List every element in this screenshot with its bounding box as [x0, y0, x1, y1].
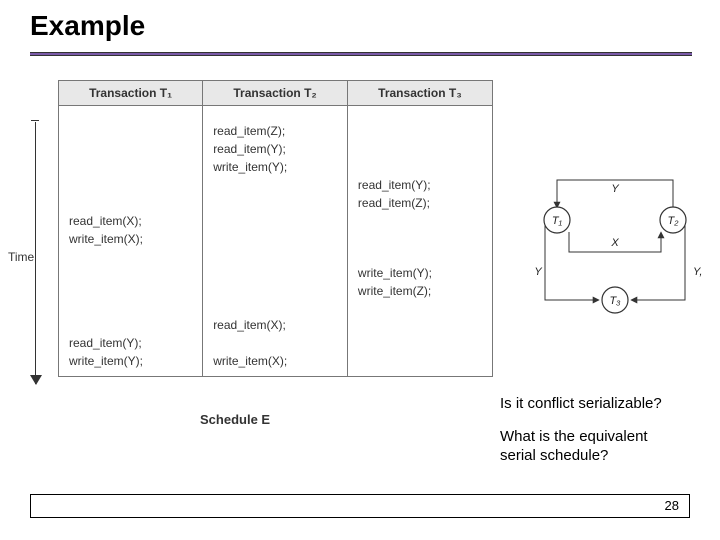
- question-serializable: Is it conflict serializable?: [500, 395, 662, 412]
- cell: [59, 122, 203, 140]
- cell: [59, 140, 203, 158]
- cell: read_item(Y);: [59, 334, 203, 352]
- cell: [347, 352, 492, 377]
- schedule-table: Transaction T₁ Transaction T₂ Transactio…: [58, 80, 493, 377]
- question-line2: serial schedule?: [500, 447, 608, 464]
- cell: [203, 230, 348, 248]
- cell: read_item(Y);: [347, 176, 492, 194]
- precedence-graph: Y X Y Y, Z T₁ T₂ T₃: [525, 170, 705, 340]
- cell: read_item(Z);: [347, 194, 492, 212]
- table-row: read_item(Z);: [59, 194, 493, 212]
- cell: [203, 300, 348, 316]
- schedule-caption: Schedule E: [200, 412, 270, 427]
- cell: [203, 212, 348, 230]
- title-underline: [30, 52, 692, 56]
- cell: [347, 212, 492, 230]
- cell: [347, 300, 492, 316]
- cell: [347, 316, 492, 334]
- table-row: read_item(Y);: [59, 176, 493, 194]
- cell: read_item(Y);: [203, 140, 348, 158]
- cell: [347, 158, 492, 176]
- cell: [347, 140, 492, 158]
- cell: [59, 158, 203, 176]
- col-header-t3: Transaction T₃: [347, 81, 492, 106]
- cell: write_item(Z);: [347, 282, 492, 300]
- cell: [203, 264, 348, 282]
- time-label: Time: [8, 250, 34, 264]
- cell: [203, 176, 348, 194]
- edge-label-y-top: Y: [611, 183, 619, 195]
- cell: read_item(Z);: [203, 122, 348, 140]
- time-axis: Time: [10, 120, 52, 380]
- table-row: [59, 300, 493, 316]
- edge-label-yz: Y, Z: [693, 266, 705, 278]
- cell: [347, 230, 492, 248]
- table-row: write_item(X);: [59, 230, 493, 248]
- cell: [347, 122, 492, 140]
- table-row: write_item(Y);: [59, 158, 493, 176]
- table-row: [59, 106, 493, 122]
- table-row: read_item(Z);: [59, 122, 493, 140]
- cell: [59, 316, 203, 334]
- table-row: [59, 248, 493, 264]
- cell: write_item(Y);: [203, 158, 348, 176]
- cell: [203, 334, 348, 352]
- col-header-t1: Transaction T₁: [59, 81, 203, 106]
- cell: read_item(X);: [59, 212, 203, 230]
- footer-box: 28: [30, 494, 690, 518]
- page-title: Example: [30, 10, 145, 42]
- cell: read_item(X);: [203, 316, 348, 334]
- cell: [203, 194, 348, 212]
- cell: [59, 106, 203, 122]
- edge-label-x: X: [610, 237, 619, 249]
- node-t2: T₂: [668, 215, 680, 227]
- col-header-t2: Transaction T₂: [203, 81, 348, 106]
- cell: [203, 106, 348, 122]
- time-arrow: [35, 122, 36, 384]
- edge-label-y-left: Y: [534, 266, 542, 278]
- cell: [203, 248, 348, 264]
- node-t3: T₃: [609, 295, 621, 307]
- table-row: read_item(X);: [59, 212, 493, 230]
- table-row: read_item(Y);: [59, 334, 493, 352]
- table-row: read_item(Y);: [59, 140, 493, 158]
- cell: [59, 248, 203, 264]
- cell: [347, 334, 492, 352]
- cell: write_item(Y);: [347, 264, 492, 282]
- question-line1: What is the equivalent: [500, 428, 648, 445]
- cell: [59, 176, 203, 194]
- table-row: write_item(Z);: [59, 282, 493, 300]
- cell: [59, 282, 203, 300]
- question-equivalent: What is the equivalent serial schedule?: [500, 428, 648, 466]
- table-row: write_item(Y);: [59, 264, 493, 282]
- cell: [347, 248, 492, 264]
- table-row: write_item(Y);write_item(X);: [59, 352, 493, 377]
- cell: write_item(X);: [203, 352, 348, 377]
- cell: [203, 282, 348, 300]
- cell: write_item(Y);: [59, 352, 203, 377]
- table-row: read_item(X);: [59, 316, 493, 334]
- cell: [347, 106, 492, 122]
- cell: write_item(X);: [59, 230, 203, 248]
- cell: [59, 300, 203, 316]
- cell: [59, 194, 203, 212]
- table-header-row: Transaction T₁ Transaction T₂ Transactio…: [59, 81, 493, 106]
- cell: [59, 264, 203, 282]
- page-number: 28: [665, 498, 679, 513]
- node-t1: T₁: [552, 215, 563, 227]
